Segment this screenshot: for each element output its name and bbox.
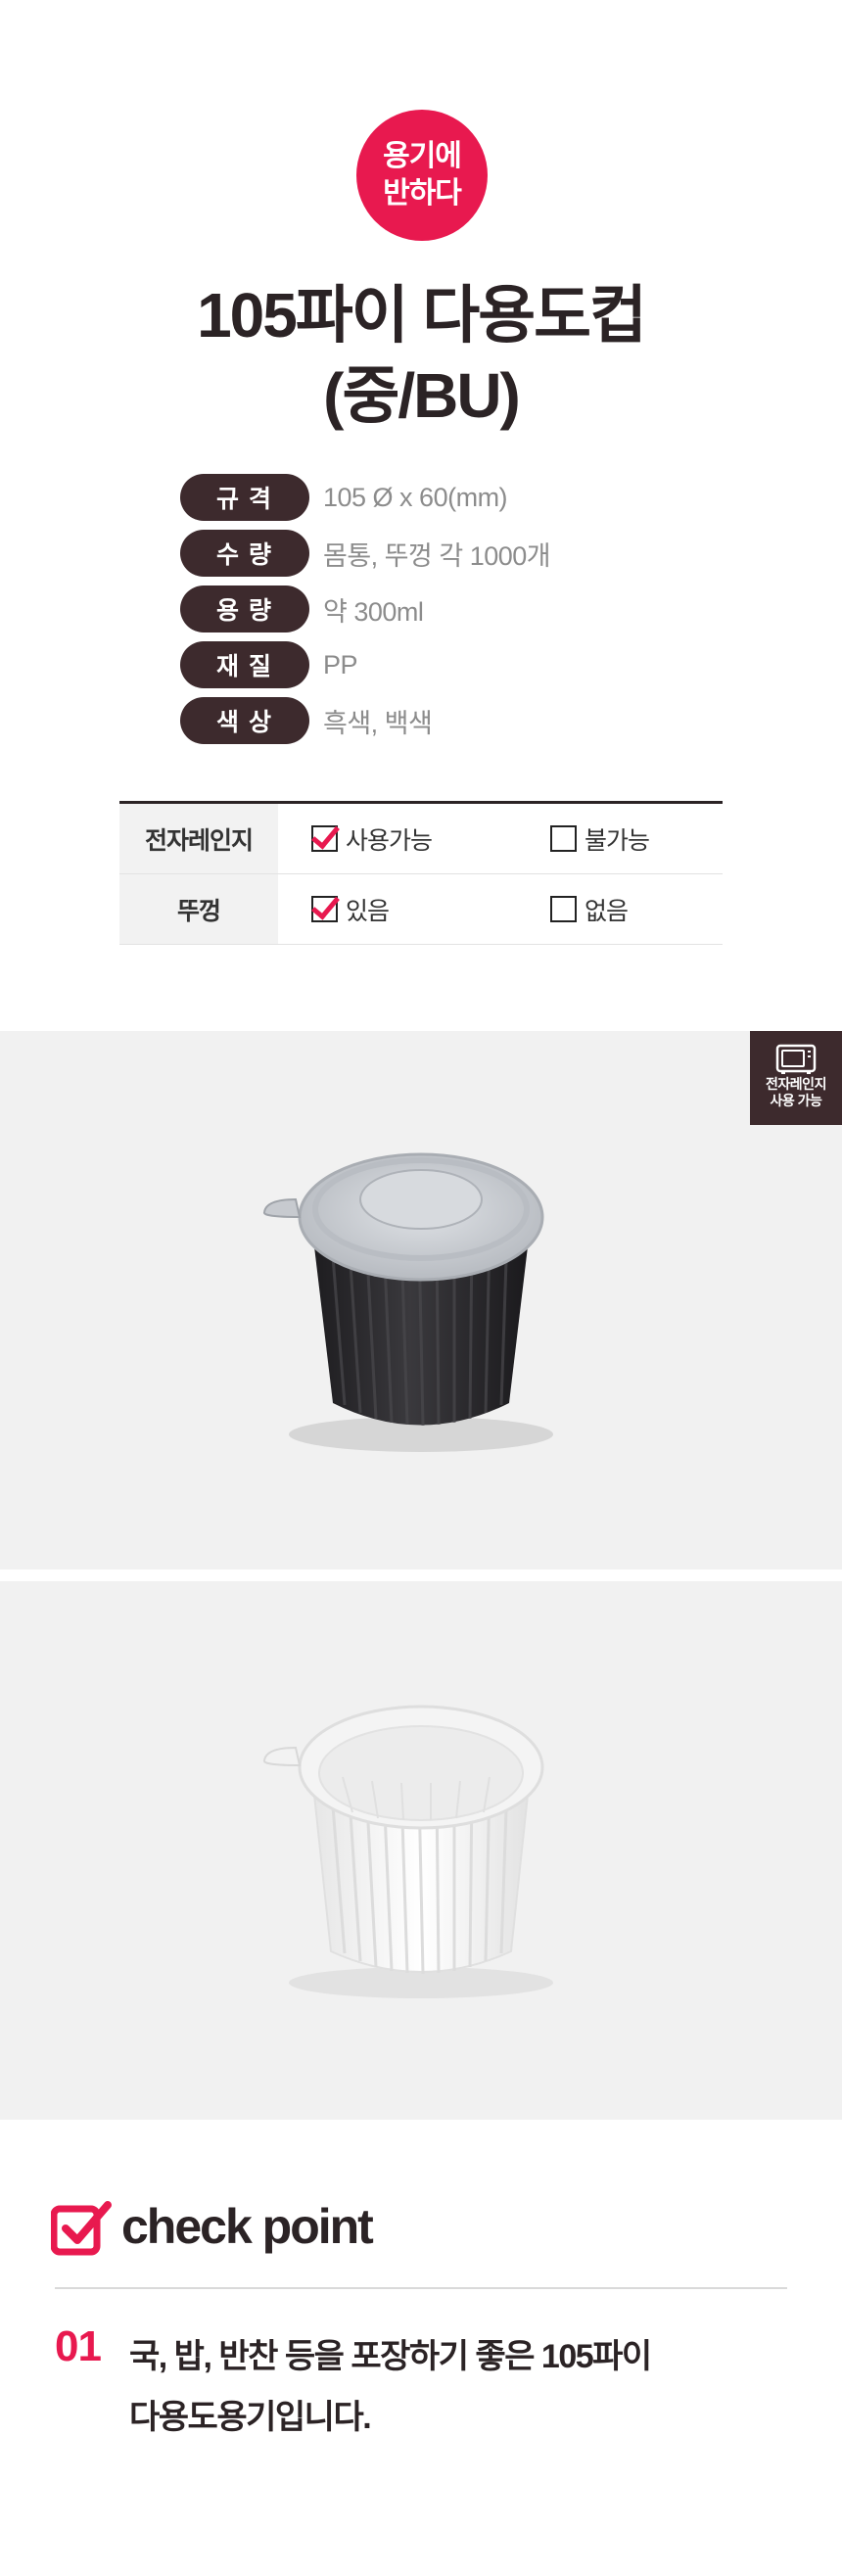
checkpoint-title: check point	[121, 2199, 374, 2254]
microwave-badge: 전자레인지 사용 가능	[750, 1031, 842, 1125]
spec-row-quantity: 수량 몸통, 뚜껑 각 1000개	[180, 529, 670, 578]
checkbox-empty-icon	[550, 825, 577, 852]
checkbox-checked-icon	[311, 825, 338, 852]
spec-value: 105 Ø x 60(mm)	[323, 482, 508, 512]
option-no: 없음	[517, 874, 629, 944]
microwave-badge-line-2: 사용 가능	[770, 1093, 822, 1108]
checkbox-checked-icon	[51, 2201, 112, 2256]
badge-line-2: 반하다	[383, 177, 462, 210]
checkbox-empty-icon	[550, 896, 577, 922]
option-row-microwave: 전자레인지 사용가능 불가능	[119, 804, 723, 874]
spec-value: PP	[323, 649, 358, 679]
checkpoint-text: 국, 밥, 반찬 등을 포장하기 좋은 105파이 다용도용기입니다.	[129, 2326, 775, 2448]
badge-line-1: 용기에	[383, 140, 462, 172]
product-subtitle: (중/BU)	[323, 360, 521, 431]
option-header: 뚜껑	[119, 874, 278, 944]
option-label: 있음	[346, 897, 390, 925]
divider	[55, 2287, 787, 2289]
checkpoint-line-2: 다용도용기입니다.	[129, 2399, 372, 2436]
spec-key: 규격	[180, 474, 309, 521]
brand-badge: 용기에 반하다	[356, 110, 488, 241]
spec-key: 재질	[180, 641, 309, 688]
option-label: 사용가능	[346, 826, 433, 855]
option-label: 불가능	[585, 826, 650, 855]
white-cup-image	[263, 1705, 553, 1998]
spec-key: 색상	[180, 697, 309, 744]
spec-row-material: 재질 PP	[180, 640, 670, 689]
product-detail-page: 용기에 반하다 105파이 다용도컵 (중/BU) 규격 105 Ø x 60(…	[0, 0, 842, 2576]
option-row-lid: 뚜껑 있음 없음	[119, 874, 723, 945]
spec-row-capacity: 용량 약 300ml	[180, 585, 670, 633]
microwave-icon	[775, 1044, 817, 1074]
product-photo-black: 전자레인지 사용 가능	[0, 1031, 842, 1569]
spec-value: 흑색, 백색	[323, 708, 433, 738]
spec-key: 용량	[180, 585, 309, 632]
option-table: 전자레인지 사용가능 불가능 뚜껑 있음 없음	[119, 801, 723, 945]
option-yes: 사용가능	[278, 804, 517, 873]
microwave-badge-line-1: 전자레인지	[766, 1076, 826, 1092]
option-header: 전자레인지	[119, 804, 278, 873]
spec-key: 수량	[180, 530, 309, 577]
product-title: 105파이 다용도컵	[197, 280, 647, 351]
spec-list: 규격 105 Ø x 60(mm) 수량 몸통, 뚜껑 각 1000개 용량 약…	[180, 473, 670, 752]
option-label: 없음	[585, 897, 629, 925]
product-photo-white	[0, 1581, 842, 2120]
black-cup-image	[263, 1152, 553, 1452]
checkbox-checked-icon	[311, 896, 338, 922]
checkpoint-line-1: 국, 밥, 반찬 등을 포장하기 좋은 105파이	[129, 2338, 652, 2375]
option-yes: 있음	[278, 874, 517, 944]
spec-row-size: 규격 105 Ø x 60(mm)	[180, 473, 670, 522]
checkpoint-number: 01	[55, 2322, 102, 2370]
spec-row-color: 색상 흑색, 백색	[180, 696, 670, 745]
option-no: 불가능	[517, 804, 650, 873]
spec-value: 몸통, 뚜껑 각 1000개	[323, 540, 551, 571]
spec-value: 약 300ml	[323, 596, 424, 627]
